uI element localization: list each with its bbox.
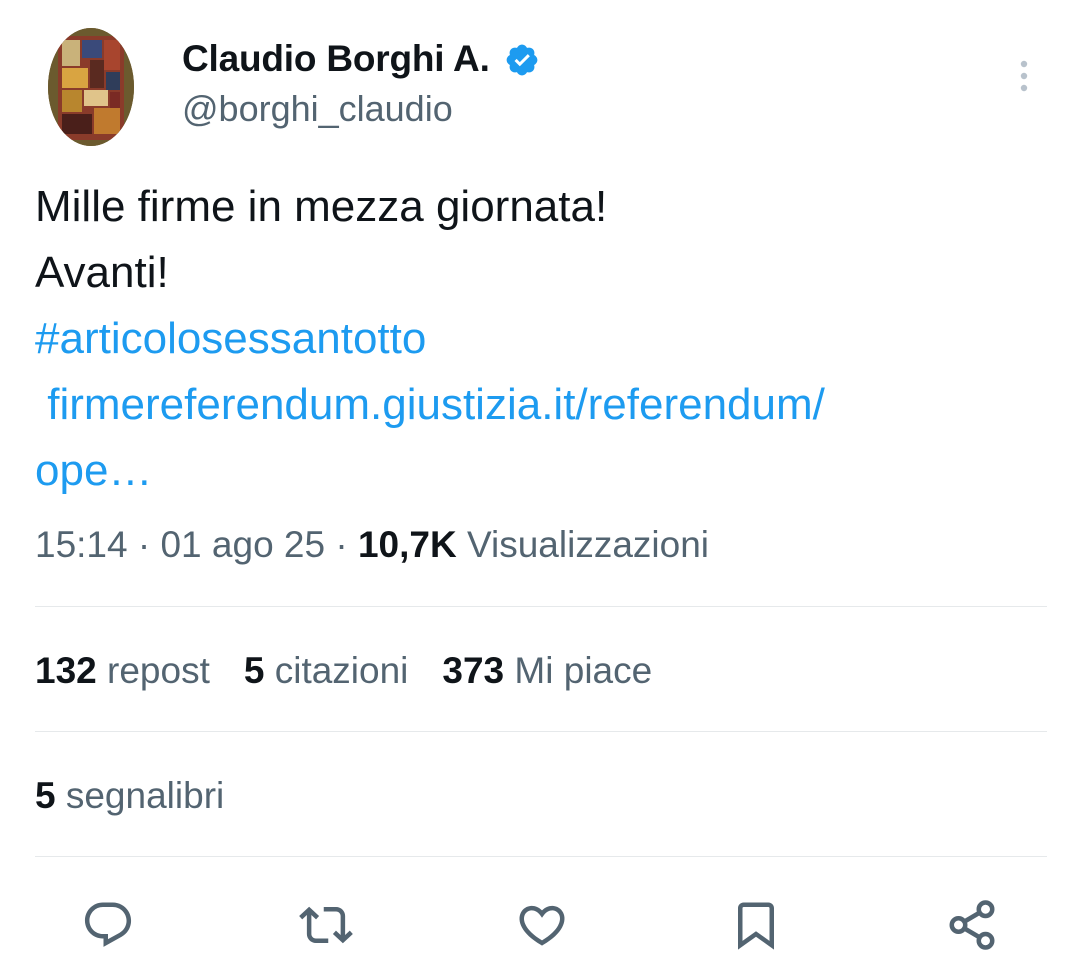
repost-button[interactable] [296,895,356,955]
bookmarks-count: 5 [35,775,56,816]
tweet-line: Mille firme in mezza giornata! [35,182,608,231]
bookmarks-stat[interactable]: 5 segnalibri [35,775,224,817]
author-display-name[interactable]: Claudio Borghi A. [182,38,490,80]
quotes-label: citazioni [274,650,409,691]
action-bar [0,895,1080,957]
share-button[interactable] [942,895,1002,955]
quotes-stat[interactable]: 5 citazioni [244,650,409,692]
url-link[interactable]: firmereferendum.giustizia.it/referendum/ [35,372,1045,438]
repost-icon [299,906,353,944]
tweet-date[interactable]: 01 ago 25 [160,524,325,565]
avatar[interactable] [48,28,134,146]
more-options-button[interactable] [1010,58,1038,98]
likes-count: 373 [442,650,505,691]
quotes-count: 5 [243,650,265,691]
bookmark-icon [738,902,774,950]
tweet-meta: 15:14 · 01 ago 25 · 10,7K Visualizzazion… [35,524,709,566]
more-vertical-icon [1020,60,1028,92]
author-name-row: Claudio Borghi A. [182,38,540,80]
reposts-label: repost [107,650,210,691]
views-count: 10,7K [357,524,457,565]
reposts-stat[interactable]: 132 repost [35,650,210,692]
meta-separator: · [137,524,151,565]
meta-separator: · [335,524,348,565]
tweet-text: Mille firme in mezza giornata! Avanti! #… [35,174,1045,504]
divider [35,606,1047,607]
reply-button[interactable] [78,895,138,955]
views-label: Visualizzazioni [467,524,709,565]
tweet-time[interactable]: 15:14 [35,524,128,565]
hashtag-link[interactable]: #articolosessantotto [35,306,1045,372]
reply-icon [84,902,132,947]
divider [35,856,1047,857]
tweet-line: Avanti! [35,248,169,297]
avatar-image [48,28,134,146]
verified-badge-icon [506,44,538,76]
share-icon [949,900,995,950]
divider [35,731,1047,732]
bookmark-button[interactable] [726,895,786,955]
author-handle[interactable]: @borghi_claudio [182,88,453,130]
like-button[interactable] [512,895,572,955]
url-link-continued[interactable]: ope… [35,438,1045,504]
likes-stat[interactable]: 373 Mi piace [442,650,652,692]
engagement-stats: 132 repost 5 citazioni 373 Mi piace [35,650,652,692]
likes-label: Mi piace [514,650,653,691]
reposts-count: 132 [35,650,97,691]
heart-icon [519,905,565,946]
bookmarks-label: segnalibri [65,775,225,816]
